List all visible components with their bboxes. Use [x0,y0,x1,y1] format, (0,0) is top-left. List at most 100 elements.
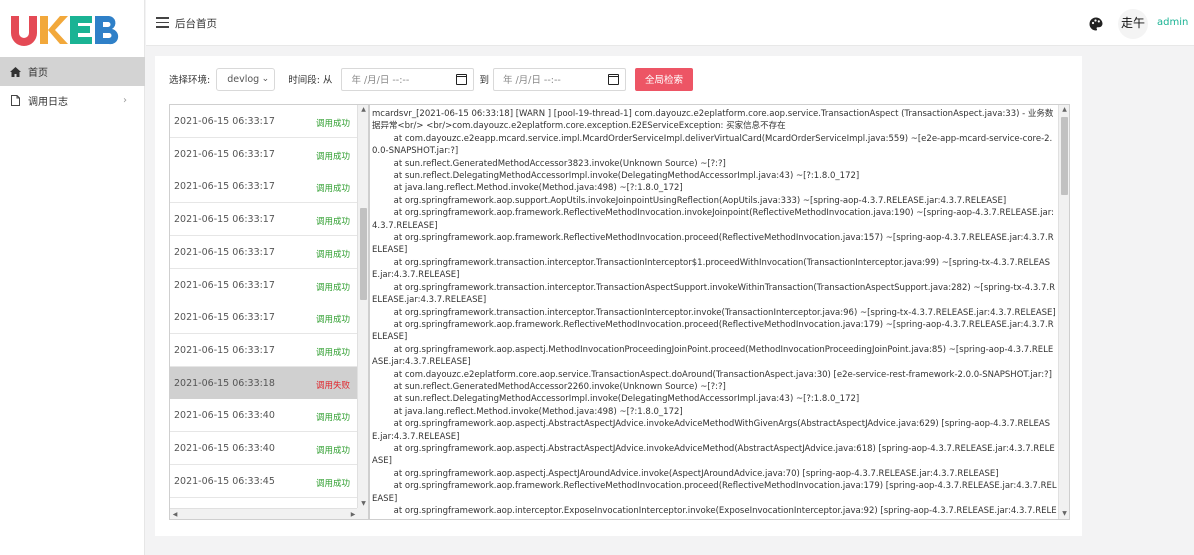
app-root: 首页 调用日志 › 后台首页 走午 admin 选择环境: devlog ⌄ 时… [0,0,1194,555]
log-line: at org.springframework.transaction.inter… [372,257,1051,281]
date-to-input[interactable]: 年 /月/日 --:-- [492,67,626,91]
list-item[interactable]: 2021-06-15 06:33:18 调用失败 [170,366,358,400]
date-from-input[interactable]: 年 /月/日 --:-- [341,67,475,91]
call-list-rows: 2021-06-15 06:33:17 调用成功 2021-06-15 06:33:… [170,105,358,509]
env-select-value: devlog [227,73,260,85]
chevron-right-icon: › [123,95,127,106]
list-item[interactable]: 2021-06-15 06:33:17 调用成功 [170,268,358,302]
username-link[interactable]: admin [1157,17,1188,28]
list-item[interactable]: 2021-06-15 06:33:17 调用成功 [170,333,358,367]
log-line: at org.springframework.aop.aspectj.Abstr… [372,419,1051,442]
log-line: at com.dayouzc.e2eplatform.core.aop.serv… [372,369,1052,380]
env-select[interactable]: devlog ⌄ [216,67,276,91]
scrollbar-thumb[interactable] [360,208,367,300]
log-line: at org.springframework.aop.framework.Ref… [372,208,1054,231]
sidebar-item-call-log[interactable]: 调用日志 › [0,86,145,115]
menu-toggle-icon[interactable] [156,17,169,28]
log-line: at org.springframework.aop.aspectj.Metho… [372,344,1054,368]
log-line: at org.springframework.aop.aspectj.Abstr… [372,443,1055,467]
scroll-up-icon[interactable]: ▲ [1059,105,1069,115]
list-item[interactable]: 2021-06-15 06:33:17 调用成功 [170,235,358,269]
call-time: 2021-06-15 06:33:17 [174,116,275,127]
list-vertical-scrollbar[interactable]: ▲ ▼ [357,105,368,509]
list-item[interactable]: 2021-06-15 06:33:17 调用成功 [170,170,358,204]
call-time: 2021-06-15 06:33:17 [174,181,275,193]
call-time: 2021-06-15 06:33:18 [174,377,275,389]
list-item[interactable]: 2021-06-15 06:33:40 调用成功 [170,399,358,433]
log-line: at org.springframework.aop.framework.Ref… [372,319,1054,343]
call-status: 调用失败 [315,380,350,391]
call-status: 调用成功 [315,478,350,489]
call-time: 2021-06-15 06:33:17 [174,279,275,291]
log-line: at sun.reflect.DelegatingMethodAccessorI… [372,394,860,405]
palette-icon[interactable] [1089,16,1103,31]
log-text[interactable]: mcardsvr_[2021-06-15 06:33:18] [WARN ] [… [372,108,1058,518]
global-search-button[interactable]: 全局检索 [634,67,693,91]
ukeb-logo-icon [11,16,119,46]
log-line: at org.springframework.transaction.inter… [372,282,1056,306]
log-detail: mcardsvr_[2021-06-15 06:33:18] [WARN ] [… [369,104,1070,520]
sidebar-item-label: 调用日志 [28,97,68,108]
top-header: 后台首页 走午 admin [146,0,1194,46]
call-time: 2021-06-15 06:33:17 [174,312,275,324]
log-line: at sun.reflect.DelegatingMethodAccessorI… [372,171,860,182]
home-icon [9,66,21,78]
call-status: 调用成功 [315,151,350,162]
log-line: at org.springframework.aop.framework.Ref… [372,481,1057,504]
call-status: 调用成功 [315,347,350,358]
list-item[interactable]: 2021-06-15 06:33:17 调用成功 [170,203,358,237]
log-vertical-scrollbar[interactable]: ▲ ▼ [1058,105,1069,519]
scroll-down-icon[interactable]: ▼ [1059,509,1069,519]
log-line: at sun.reflect.GeneratedMethodAccessor22… [372,381,726,392]
call-status: 调用成功 [315,184,350,195]
call-status: 调用成功 [315,282,350,293]
log-line: at com.dayouzc.e2eapp.mcard.service.impl… [372,133,1053,157]
time-label: 时间段: 从 [288,75,333,86]
calendar-icon[interactable] [607,73,619,85]
date-from-placeholder: 年 /月/日 --:-- [351,75,410,86]
call-time: 2021-06-15 06:33:17 [174,246,275,258]
list-item[interactable]: 2021-06-15 06:33:17 调用成功 [170,301,358,335]
logo [10,14,120,46]
call-status: 调用成功 [315,446,350,456]
file-icon [9,95,21,107]
scroll-up-icon[interactable]: ▲ [358,105,368,115]
call-status: 调用成功 [315,315,350,326]
call-status: 调用成功 [315,217,350,228]
calendar-icon[interactable] [456,73,468,85]
log-line: at org.springframework.aop.aspectj.Aspec… [372,468,999,479]
main-card: 选择环境: devlog ⌄ 时间段: 从 年 /月/日 --:-- 到 年 /… [155,56,1082,536]
list-item[interactable]: 2021-06-15 06:33:17 调用成功 [170,105,358,138]
call-time: 2021-06-15 06:33:17 [174,344,275,356]
sidebar: 首页 调用日志 › [0,0,145,555]
chevron-down-icon: ⌄ [261,73,270,84]
log-line: at java.lang.reflect.Method.invoke(Metho… [372,183,683,194]
call-status: 调用成功 [315,119,350,129]
filter-bar: 选择环境: devlog ⌄ 时间段: 从 年 /月/日 --:-- 到 年 /… [169,67,693,91]
sidebar-item-label: 首页 [28,68,48,79]
call-list: 2021-06-15 06:33:17 调用成功 2021-06-15 06:33:… [169,104,369,520]
list-item[interactable]: 2021-06-15 06:33:17 调用成功 [170,137,358,171]
scroll-corner [357,508,368,519]
log-line: at org.springframework.aop.interceptor.E… [393,506,1057,516]
call-time: 2021-06-15 06:33:17 [174,214,275,226]
scrollbar-thumb[interactable] [1061,117,1068,195]
call-status: 调用成功 [315,249,350,260]
avatar-text: 走午 [1121,16,1145,30]
env-label: 选择环境: [169,75,211,86]
list-item[interactable]: 2021-06-15 06:33:45 调用成功 [170,464,358,498]
log-line: at org.springframework.aop.support.AopUt… [372,195,1007,206]
call-time: 2021-06-15 06:33:45 [174,475,275,487]
call-time: 2021-06-15 06:33:40 [174,410,275,422]
scroll-left-icon[interactable]: ◀ [170,509,180,519]
avatar[interactable]: 走午 [1118,9,1148,39]
sidebar-item-home[interactable]: 首页 [0,57,145,86]
log-line: at sun.reflect.GeneratedMethodAccessor38… [372,158,726,169]
log-line: at java.lang.reflect.Method.invoke(Metho… [372,406,683,417]
page-title: 后台首页 [175,18,217,30]
call-time: 2021-06-15 06:33:40 [174,443,275,454]
log-line: mcardsvr_[2021-06-15 06:33:18] [WARN ] [… [372,109,1054,132]
log-line: at org.springframework.aop.framework.Ref… [372,233,1054,256]
list-horizontal-scrollbar[interactable]: ◀ ▶ [170,508,358,519]
list-item[interactable]: 2021-06-15 06:33:40 调用成功 [170,432,358,465]
